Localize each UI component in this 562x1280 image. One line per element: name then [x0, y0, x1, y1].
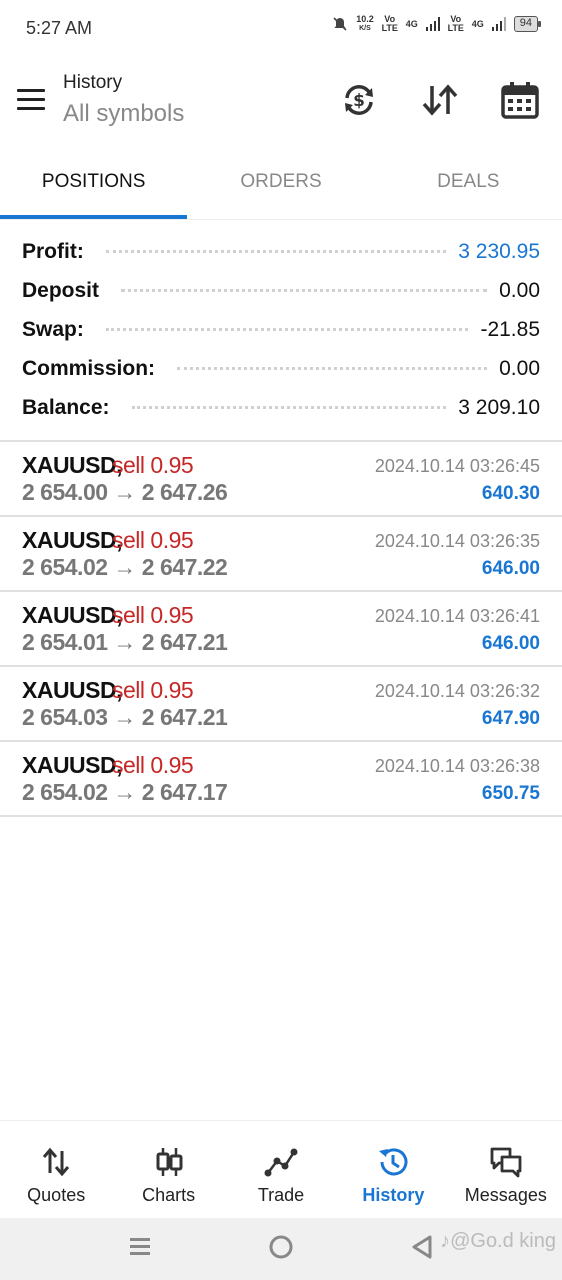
svg-text:$: $ [353, 91, 365, 111]
position-symbol: XAUUSD, [22, 677, 123, 703]
summary-value-deposit: 0.00 [499, 278, 540, 302]
dotted-leader [121, 289, 488, 292]
position-profit: 646.00 [481, 633, 540, 654]
battery-icon: 94 [513, 16, 542, 32]
tab-deals[interactable]: DEALS [375, 155, 562, 219]
nav-quotes[interactable]: Quotes [0, 1121, 112, 1218]
nav-charts[interactable]: Charts [112, 1121, 224, 1218]
nav-label: History [362, 1185, 425, 1205]
position-row[interactable]: XAUUSD, sell 0.95 2 654.02 → 2 647.22 20… [0, 517, 562, 592]
tabs-divider [0, 219, 562, 220]
summary-row-profit: Profit: 3 230.95 [0, 232, 562, 271]
dotted-leader [177, 367, 488, 370]
summary-row-deposit: Deposit 0.00 [0, 271, 562, 310]
dotted-leader [105, 328, 469, 331]
sim2-volte: Vo LTE [447, 14, 464, 33]
page-title: History [63, 72, 123, 93]
position-type: sell 0.95 [112, 452, 194, 478]
position-profit: 646.00 [481, 558, 540, 579]
summary-row-balance: Balance: 3 209.10 [0, 388, 562, 427]
positions-list: XAUUSD, sell 0.95 2 654.00 → 2 647.26 20… [0, 442, 562, 817]
position-time: 2024.10.14 03:26:35 [374, 531, 540, 551]
summary-value-commission: 0.00 [499, 356, 540, 380]
symbol-filter[interactable]: All symbols [63, 100, 184, 128]
menu-icon[interactable] [17, 89, 45, 111]
position-symbol: XAUUSD, [22, 527, 123, 553]
nav-messages[interactable]: Messages [450, 1121, 562, 1218]
position-time: 2024.10.14 03:26:32 [374, 681, 540, 701]
position-profit: 640.30 [481, 483, 540, 504]
nav-trade[interactable]: Trade [225, 1121, 337, 1218]
history-tabs: POSITIONS ORDERS DEALS [0, 155, 562, 219]
summary-row-swap: Swap: -21.85 [0, 310, 562, 349]
signal-icon [425, 17, 440, 31]
position-row[interactable]: XAUUSD, sell 0.95 2 654.02 → 2 647.17 20… [0, 742, 562, 817]
position-time: 2024.10.14 03:26:38 [374, 756, 540, 776]
position-row[interactable]: XAUUSD, sell 0.95 2 654.03 → 2 647.21 20… [0, 667, 562, 742]
dotted-leader [105, 250, 447, 253]
summary-value-profit: 3 230.95 [458, 239, 540, 263]
summary-label: Commission: [22, 356, 166, 381]
position-type: sell 0.95 [112, 602, 194, 628]
trade-line-icon [264, 1148, 298, 1177]
summary-panel: Profit: 3 230.95 Deposit 0.00 Swap: -21.… [0, 232, 562, 427]
summary-label: Swap: [22, 317, 94, 342]
recent-apps-icon[interactable] [128, 1234, 152, 1260]
position-symbol: XAUUSD, [22, 752, 123, 778]
position-time: 2024.10.14 03:26:45 [374, 456, 540, 476]
position-profit: 650.75 [481, 783, 540, 804]
position-row[interactable]: XAUUSD, sell 0.95 2 654.00 → 2 647.26 20… [0, 442, 562, 517]
chat-bubbles-icon [490, 1147, 522, 1178]
quotes-arrows-icon [43, 1147, 70, 1177]
position-prices: 2 654.01 → 2 647.21 [22, 629, 228, 655]
sim1-volte: Vo LTE [381, 14, 398, 33]
position-profit: 647.90 [481, 708, 540, 729]
watermark: ♪@Go.d king [440, 1230, 556, 1252]
status-bar: 5:27 AM 10.2 K/S Vo LTE 4G Vo LTE 4G 94 [0, 0, 562, 56]
position-symbol: XAUUSD, [22, 602, 123, 628]
position-type: sell 0.95 [112, 527, 194, 553]
position-type: sell 0.95 [112, 752, 194, 778]
tab-orders[interactable]: ORDERS [187, 155, 374, 219]
nav-label: Charts [142, 1185, 196, 1205]
position-row[interactable]: XAUUSD, sell 0.95 2 654.01 → 2 647.21 20… [0, 592, 562, 667]
tab-positions[interactable]: POSITIONS [0, 155, 188, 219]
calendar-icon[interactable] [500, 80, 540, 120]
summary-value-balance: 3 209.10 [458, 395, 540, 419]
status-time: 5:27 AM [26, 18, 93, 38]
position-symbol: XAUUSD, [22, 452, 123, 478]
position-prices: 2 654.02 → 2 647.17 [22, 779, 228, 805]
summary-label: Balance: [22, 395, 120, 420]
bottom-navigation: Quotes Charts Trade History Messages [0, 1120, 562, 1218]
summary-label: Deposit [22, 278, 110, 303]
position-prices: 2 654.02 → 2 647.22 [22, 554, 228, 580]
summary-label: Profit: [22, 239, 94, 264]
sim2-net: 4G [471, 18, 484, 29]
sort-icon[interactable] [420, 80, 460, 120]
net-speed: 10.2 K/S [356, 14, 374, 33]
app-header: History All symbols $ [0, 60, 562, 140]
nav-label: Trade [257, 1185, 305, 1205]
sim1-net: 4G [405, 18, 418, 29]
candlestick-icon [156, 1148, 183, 1176]
system-navigation-bar: ♪@Go.d king [0, 1218, 562, 1280]
currency-exchange-icon[interactable]: $ [339, 80, 379, 120]
nav-history[interactable]: History [337, 1121, 449, 1218]
status-icons: 10.2 K/S Vo LTE 4G Vo LTE 4G 94 [332, 14, 542, 33]
mute-bell-icon [333, 17, 347, 31]
summary-value-swap: -21.85 [480, 317, 540, 341]
position-prices: 2 654.00 → 2 647.26 [22, 479, 228, 505]
signal-icon [491, 17, 506, 31]
nav-label: Messages [464, 1185, 547, 1205]
summary-row-commission: Commission: 0.00 [0, 349, 562, 388]
position-time: 2024.10.14 03:26:41 [374, 606, 540, 626]
nav-label: Quotes [27, 1185, 86, 1205]
position-type: sell 0.95 [112, 677, 194, 703]
back-icon[interactable] [410, 1234, 434, 1260]
history-clock-icon [379, 1148, 408, 1176]
home-icon[interactable] [268, 1234, 294, 1260]
position-prices: 2 654.03 → 2 647.21 [22, 704, 228, 730]
dotted-leader [131, 406, 447, 409]
